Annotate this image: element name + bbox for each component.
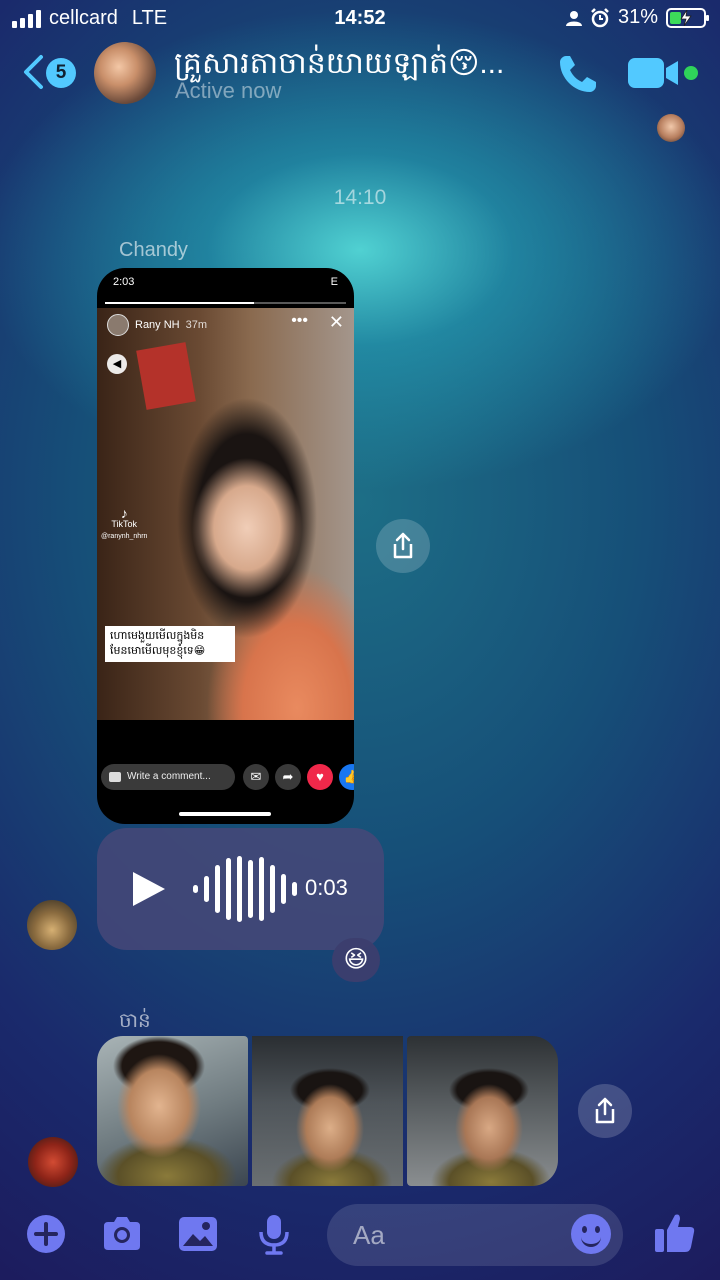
chat-header: 5 គ្រួសារតាចាន់យាយឡាត់😚... Active now (0, 38, 720, 110)
story-time: 2:03 (113, 276, 135, 288)
tiktok-brand: TikTok (111, 519, 138, 529)
voice-duration: 0:03 (305, 875, 348, 900)
seen-receipt-avatar (657, 114, 685, 142)
share-button[interactable] (376, 519, 430, 573)
message-reaction[interactable]: 😆 (332, 938, 380, 982)
story-poster (136, 342, 196, 410)
photo-thumbnail[interactable] (252, 1036, 403, 1186)
story-caption: ហោមេងួយមើលក្នុងមិន មែនមោមើលមុខខ្ញុំទេ😁 (105, 626, 235, 662)
photo-thumbnail[interactable] (407, 1036, 558, 1186)
story-action-bar: Write a comment... ✉ ➦ ♥ 👍 (97, 764, 354, 804)
microphone-icon[interactable] (252, 1212, 296, 1256)
unread-count-badge: 5 (46, 58, 76, 88)
message-composer: Aa (0, 1196, 720, 1280)
share-icon (595, 1097, 615, 1124)
home-indicator (179, 812, 271, 816)
story-status-bar: 2:03 E (113, 276, 338, 288)
sender-avatar[interactable] (28, 1137, 78, 1187)
tiktok-watermark: ♪ TikTok @ranynh_nhrn (101, 505, 148, 542)
story-comment-box: Write a comment... (101, 764, 235, 790)
share-button[interactable] (578, 1084, 632, 1138)
group-avatar[interactable] (94, 42, 156, 104)
active-status: Active now (175, 78, 282, 103)
camera-icon[interactable] (100, 1212, 144, 1256)
battery-percent: 31% (617, 6, 658, 28)
alarm-icon (591, 7, 609, 27)
play-icon[interactable] (133, 872, 165, 906)
status-bar: cellcard LTE 14:52 31% (0, 0, 720, 36)
shared-story-image[interactable]: 2:03 E Rany NH 37m ••• ✕ ◀ ♪ TikTok @ran… (97, 268, 354, 824)
close-icon: ✕ (328, 312, 344, 332)
story-user: Rany NH 37m (107, 314, 207, 336)
sender-name: Chandy (119, 239, 188, 261)
story-user-name: Rany NH (135, 319, 180, 331)
story-progress (105, 302, 346, 304)
voice-message[interactable]: 0:03 (97, 828, 384, 950)
waveform (193, 854, 297, 924)
share-arrow-icon: ➦ (275, 764, 301, 790)
photo-thumbnail[interactable] (97, 1036, 248, 1186)
phone-call-icon[interactable] (556, 52, 600, 96)
share-icon (393, 532, 413, 559)
story-age: 37m (185, 319, 208, 331)
gallery-icon[interactable] (176, 1212, 220, 1256)
battery-icon (666, 7, 709, 28)
speaker-icon: ◀ (107, 354, 127, 374)
emoji-icon[interactable] (571, 1214, 611, 1254)
thumbs-up-icon[interactable] (652, 1210, 698, 1256)
online-indicator (684, 66, 698, 80)
back-button[interactable] (22, 54, 44, 97)
photo-group (97, 1036, 558, 1186)
message-input[interactable]: Aa (327, 1204, 623, 1266)
heart-icon: ♥ (307, 764, 333, 790)
video-call-icon[interactable] (628, 58, 684, 88)
message-timestamp: 14:10 (333, 186, 387, 209)
tiktok-logo-icon: ♪ (120, 505, 128, 521)
message-placeholder: Aa (353, 1220, 385, 1250)
chevron-left-icon (24, 55, 43, 89)
story-user-avatar (107, 314, 129, 336)
more-icon: ••• (291, 312, 308, 329)
tiktok-handle: @ranynh_nhrn (101, 533, 148, 540)
sender-avatar[interactable] (27, 900, 77, 950)
story-network: E (330, 276, 338, 288)
sender-name: ចាន់ (119, 1010, 151, 1032)
plus-icon[interactable] (24, 1212, 68, 1256)
person-icon (565, 10, 582, 26)
like-icon: 👍 (339, 764, 354, 790)
messenger-icon: ✉ (243, 764, 269, 790)
